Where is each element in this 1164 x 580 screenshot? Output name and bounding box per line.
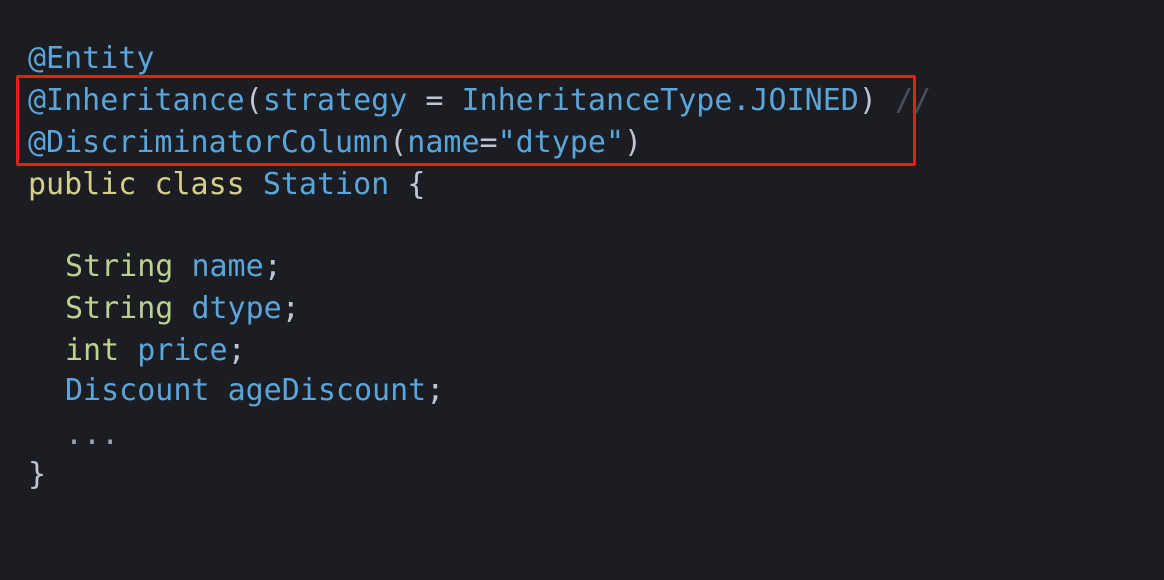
field-line: String dtype; xyxy=(28,288,300,330)
strategy-value: InheritanceType.JOINED xyxy=(461,83,859,118)
field-type: Discount xyxy=(65,373,210,408)
semicolon: ; xyxy=(263,249,282,284)
field-line: Discount ageDiscount; xyxy=(28,370,444,412)
code-line-entity: @Entity xyxy=(28,38,154,80)
close-brace: } xyxy=(28,457,47,492)
field-name: price xyxy=(137,333,228,368)
field-type: int xyxy=(65,333,120,368)
public-keyword: public xyxy=(28,167,137,202)
close-paren: ) xyxy=(624,125,643,160)
name-param: name xyxy=(407,125,480,160)
open-paren: ( xyxy=(389,125,408,160)
field-type: String xyxy=(65,291,174,326)
class-name: Station xyxy=(262,167,390,202)
class-keyword: class xyxy=(154,167,245,202)
open-brace: { xyxy=(407,167,426,202)
close-paren: ) xyxy=(858,83,877,118)
discriminator-annotation: @DiscriminatorColumn xyxy=(28,125,390,160)
field-line: String name; xyxy=(28,246,282,288)
field-name: ageDiscount xyxy=(227,373,427,408)
line-comment: // xyxy=(876,83,932,118)
strategy-param: strategy xyxy=(262,83,408,118)
code-line-class-decl: public class Station { xyxy=(28,164,425,206)
ellipsis-line: ... xyxy=(28,414,119,456)
field-line: int price; xyxy=(28,330,246,372)
code-editor: @Entity @Inheritance(strategy = Inherita… xyxy=(0,0,1164,580)
code-line-discriminator: @DiscriminatorColumn(name="dtype") xyxy=(28,122,642,164)
ellipsis: ... xyxy=(65,417,120,452)
field-name: name xyxy=(191,249,264,284)
semicolon: ; xyxy=(426,373,445,408)
inheritance-annotation: @Inheritance xyxy=(28,83,245,118)
semicolon: ; xyxy=(227,333,246,368)
equals-sign: = xyxy=(479,125,498,160)
field-name: dtype xyxy=(191,291,282,326)
semicolon: ; xyxy=(281,291,300,326)
closing-brace-line: } xyxy=(28,454,46,496)
equals-sign: = xyxy=(407,83,462,118)
code-line-inheritance: @Inheritance(strategy = InheritanceType.… xyxy=(28,80,931,122)
open-paren: ( xyxy=(244,83,263,118)
dtype-string: "dtype" xyxy=(497,125,625,160)
field-type: String xyxy=(65,249,174,284)
entity-annotation: @Entity xyxy=(28,41,155,76)
